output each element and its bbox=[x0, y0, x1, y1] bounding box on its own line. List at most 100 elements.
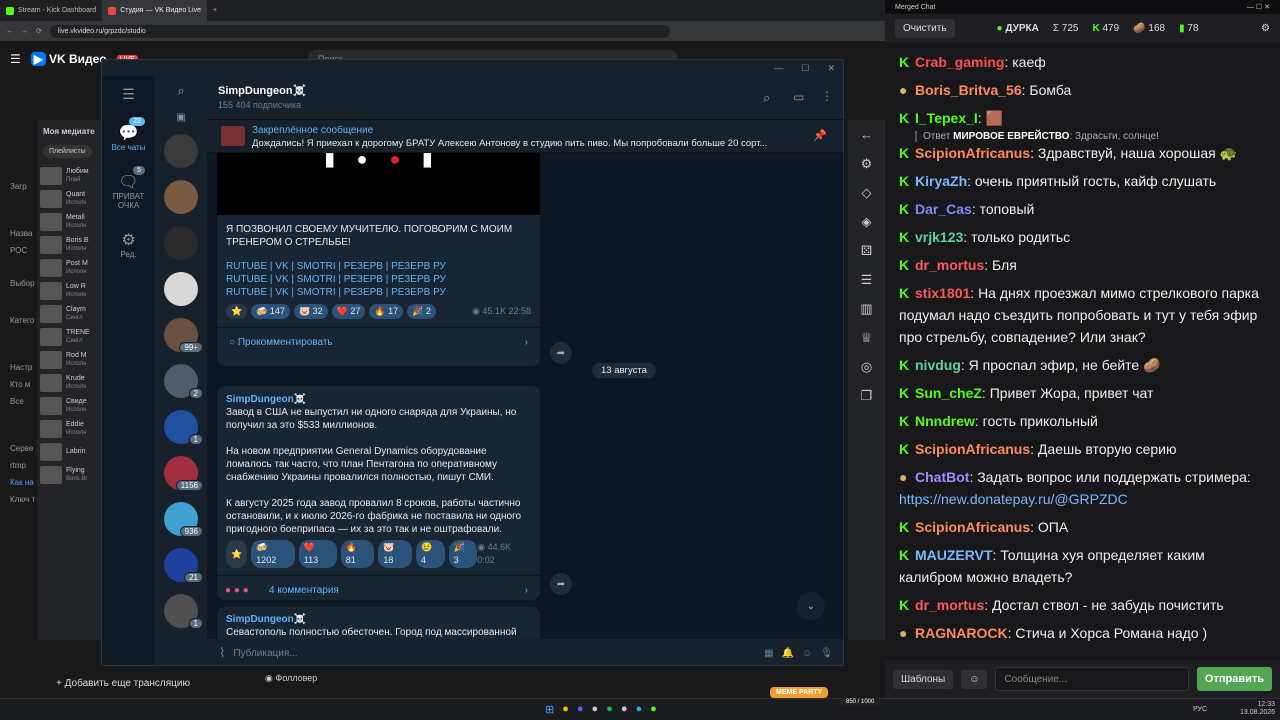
copy-icon[interactable]: ❐ bbox=[848, 381, 885, 410]
vk-logo[interactable]: ▶ VK Видео bbox=[30, 52, 107, 66]
chat-avatar[interactable]: 1 bbox=[155, 404, 207, 450]
reaction-chip[interactable]: 🎉 3 bbox=[448, 540, 478, 568]
media-item[interactable]: Eddie Исполн bbox=[37, 417, 107, 440]
menu-icon[interactable]: ☰ bbox=[10, 52, 21, 66]
chat-username[interactable]: Sun_cheZ bbox=[915, 385, 982, 401]
media-item[interactable]: Boris B Исполн bbox=[37, 233, 107, 256]
media-item[interactable]: Claym Сингл bbox=[37, 302, 107, 325]
reaction-chip[interactable]: 🐷 18 bbox=[378, 540, 412, 568]
new-tab-button[interactable]: + bbox=[207, 0, 223, 21]
link-row[interactable]: RUTUBE | VK | SMOTRI | РЕЗЕРВ | РЕЗЕРВ Р… bbox=[226, 273, 531, 286]
maximize-icon[interactable]: ☐ bbox=[801, 63, 809, 74]
chat-username[interactable]: Boris_Britva_56 bbox=[915, 82, 1022, 98]
folder-edit[interactable]: ⚙ Ред. bbox=[102, 220, 155, 269]
chat-username[interactable]: dr_mortus bbox=[915, 597, 984, 613]
reaction-chip[interactable]: 😢 4 bbox=[415, 540, 445, 568]
tab-kick-dashboard[interactable]: Stream - Kick Dashboard bbox=[0, 0, 102, 21]
gear-icon[interactable]: ⚙ bbox=[848, 149, 885, 178]
chat-username[interactable]: vrjk123 bbox=[915, 229, 963, 245]
chat-username[interactable]: stix1801 bbox=[915, 285, 970, 301]
tray-clock[interactable]: 12:33 13.08.2026 bbox=[1240, 701, 1275, 717]
discord-icon[interactable]: ● bbox=[577, 703, 584, 716]
chat-username[interactable]: nivdug bbox=[915, 357, 961, 373]
forward-icon[interactable]: ➦ bbox=[550, 573, 572, 595]
chat-username[interactable]: dr_mortus bbox=[915, 257, 984, 273]
chat-username[interactable]: ScipionAfricanus bbox=[915, 145, 1030, 161]
reaction-chip[interactable]: 🍻 1202 bbox=[251, 540, 295, 568]
post-author[interactable]: SimpDungeon☠️ bbox=[226, 393, 531, 406]
reaction-chip[interactable]: 🔥 81 bbox=[340, 540, 375, 568]
chat-link[interactable]: https://new.donatepay.ru/@GRPZDC bbox=[899, 491, 1128, 507]
diamond-icon[interactable]: ◇ bbox=[848, 178, 885, 207]
minimize-icon[interactable]: — bbox=[774, 63, 783, 73]
chat-avatar[interactable]: 1156 bbox=[155, 450, 207, 496]
reaction-chip[interactable]: 🎉 2 bbox=[407, 304, 436, 319]
sidebar-toggle-icon[interactable]: ▭ bbox=[793, 90, 804, 104]
folder-all-chats[interactable]: 💬 22 Все чаты bbox=[102, 113, 155, 162]
link-row[interactable]: RUTUBE | VK | SMOTRI | РЕЗЕРВ | РЕЗЕРВ Р… bbox=[226, 286, 531, 299]
chat-avatar[interactable]: 99+ bbox=[155, 312, 207, 358]
chat-avatar[interactable] bbox=[155, 266, 207, 312]
post-video-thumb[interactable]: ▮ ● ● ▮ bbox=[217, 150, 540, 215]
kick-icon[interactable]: ● bbox=[650, 703, 657, 716]
playlists-tab[interactable]: Плейлисты bbox=[43, 145, 92, 158]
list-icon[interactable]: ☰ bbox=[848, 265, 885, 294]
pinned-message-bar[interactable]: Закреплённое сообщение Дождались! Я прие… bbox=[207, 120, 843, 153]
reaction-chip[interactable]: ❤️ 27 bbox=[331, 304, 366, 319]
more-icon[interactable]: ⋮ bbox=[821, 89, 833, 103]
chrome-icon[interactable]: ● bbox=[562, 703, 569, 716]
media-item[interactable]: Metall Исполн bbox=[37, 210, 107, 233]
url-field[interactable]: live.vkvideo.ru/grpzdc/studio bbox=[49, 24, 670, 38]
paid-reaction[interactable]: ⭐ bbox=[226, 304, 248, 319]
media-item[interactable]: Krude Исполн bbox=[37, 371, 107, 394]
compose-input[interactable]: Публикация... bbox=[233, 648, 756, 659]
chat-icon[interactable]: ◎ bbox=[848, 352, 885, 381]
chat-message-input[interactable]: Сообщение... bbox=[995, 667, 1189, 691]
chat-username[interactable]: ScipionAfricanus bbox=[915, 441, 1030, 457]
media-item[interactable]: Свиде Исполн bbox=[37, 394, 107, 417]
reaction-chip[interactable]: 🐷 32 bbox=[293, 304, 328, 319]
forward-icon[interactable]: ➦ bbox=[550, 342, 572, 364]
link-row[interactable]: RUTUBE | VK | SMOTRI | РЕЗЕРВ | РЕЗЕРВ Р… bbox=[226, 260, 531, 273]
chat-avatar[interactable]: 2 bbox=[155, 358, 207, 404]
scroll-down-button[interactable]: ⌄ bbox=[797, 592, 825, 620]
pin-list-icon[interactable]: 📌 bbox=[813, 129, 827, 142]
attach-icon[interactable]: ⌇ bbox=[219, 645, 225, 661]
clear-button[interactable]: Очистить bbox=[895, 19, 955, 38]
chat-avatar[interactable] bbox=[155, 220, 207, 266]
chat-username[interactable]: ScipionAfricanus bbox=[915, 519, 1030, 535]
spotify-icon[interactable]: ● bbox=[606, 703, 613, 716]
obs-icon[interactable]: ● bbox=[621, 703, 628, 716]
media-item[interactable]: Любим Плей bbox=[37, 164, 107, 187]
chat-username[interactable]: RAGNAROCK bbox=[915, 625, 1008, 641]
chat-avatar[interactable]: 1 bbox=[155, 588, 207, 634]
forward-icon[interactable]: → bbox=[21, 28, 28, 35]
templates-button[interactable]: Шаблоны bbox=[893, 669, 954, 689]
chat-avatar[interactable] bbox=[155, 128, 207, 174]
trophy-icon[interactable]: ♕ bbox=[848, 323, 885, 352]
bell-icon[interactable]: 🔔 bbox=[782, 648, 794, 659]
send-button[interactable]: Отправить bbox=[1196, 667, 1272, 691]
chat-avatar[interactable]: 21 bbox=[155, 542, 207, 588]
schedule-icon[interactable]: ▦ bbox=[764, 648, 773, 659]
search-icon[interactable]: ⌕ bbox=[763, 90, 770, 106]
chat-username[interactable]: Nnndrew bbox=[915, 413, 975, 429]
media-item[interactable]: Labrin bbox=[37, 440, 107, 463]
gem-icon[interactable]: ◈ bbox=[848, 207, 885, 236]
back-icon[interactable]: ← bbox=[6, 28, 13, 35]
media-item[interactable]: Flying Boris Br bbox=[37, 463, 107, 486]
meme-party-widget[interactable]: MEME PARTY bbox=[770, 687, 829, 698]
back-arrow-icon[interactable]: ← bbox=[848, 120, 885, 149]
mic-icon[interactable]: 🎙 bbox=[820, 648, 833, 659]
chat-username[interactable]: Crab_gaming bbox=[915, 54, 1004, 70]
emoji-button[interactable]: ☺ bbox=[961, 669, 988, 689]
media-item[interactable]: Rod M Исполн bbox=[37, 348, 107, 371]
reaction-chip[interactable]: 🍻 147 bbox=[251, 304, 290, 319]
steam-icon[interactable]: ● bbox=[592, 703, 599, 716]
windows-start-icon[interactable]: ⊞ bbox=[545, 703, 554, 716]
settings-icon[interactable]: ⚙ bbox=[1261, 23, 1270, 34]
tray-lang[interactable]: РУС bbox=[1193, 706, 1207, 713]
chat-username[interactable]: KiryaZh bbox=[915, 173, 967, 189]
media-item[interactable]: TRENE Сингл bbox=[37, 325, 107, 348]
media-item[interactable]: Low R Исполн bbox=[37, 279, 107, 302]
